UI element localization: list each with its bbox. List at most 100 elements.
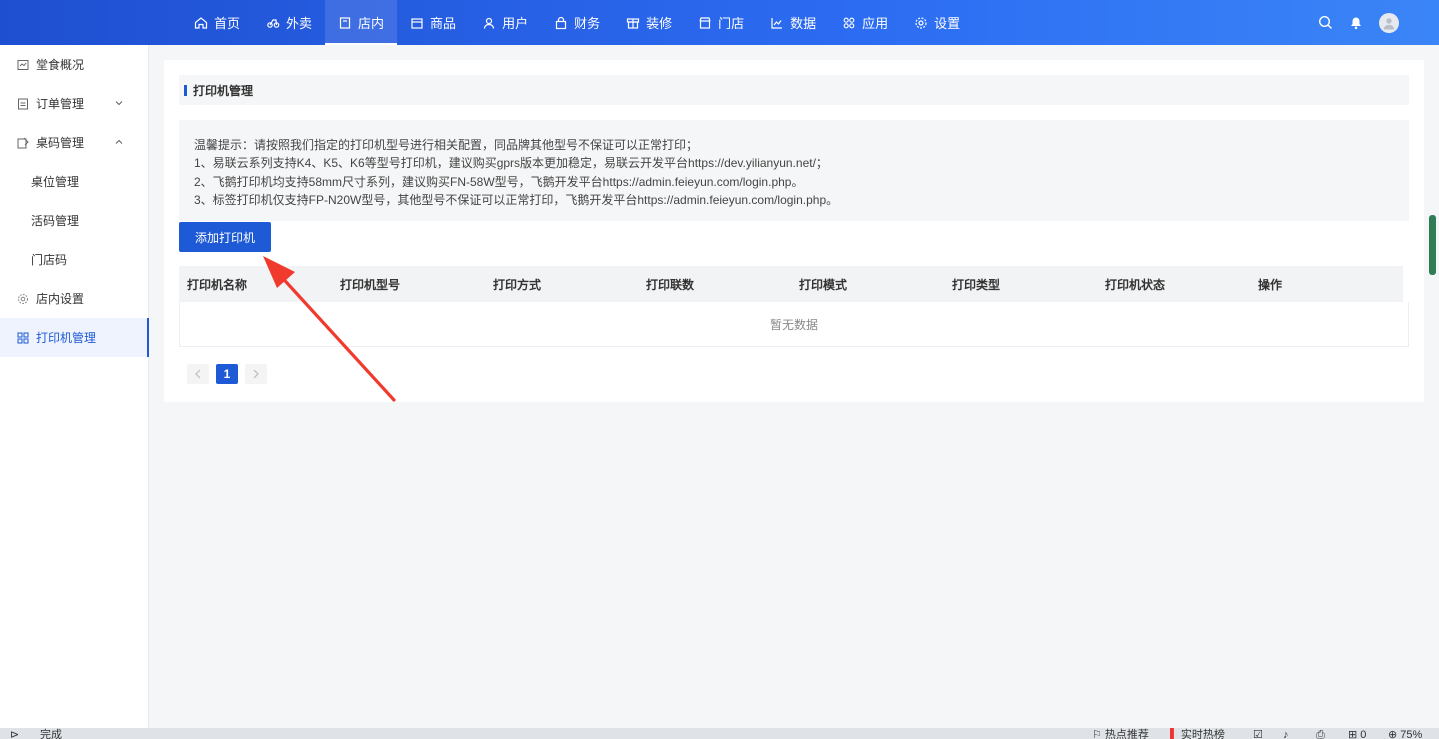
page-number[interactable]: 1 — [216, 364, 238, 384]
add-printer-button[interactable]: 添加打印机 — [179, 222, 271, 252]
finance-icon — [555, 16, 567, 29]
nav-goods-label: 商品 — [430, 16, 457, 31]
column-header: 打印类型 — [952, 277, 1001, 292]
grid-icon — [17, 332, 29, 343]
realtime-hot-label: 实时热榜 — [1180, 729, 1225, 739]
zoom-level[interactable]: ⊕ 75% — [1388, 728, 1422, 739]
takeout-icon — [267, 18, 280, 28]
top-right-tools — [1318, 0, 1399, 45]
sidebar-item-table-position[interactable]: 桌位管理 — [0, 162, 148, 201]
nav-finance[interactable]: 财务 — [541, 0, 613, 45]
sidebar-item-label: 堂食概况 — [36, 58, 85, 72]
sidebar-toggle-icon[interactable]: ⊳ — [10, 728, 19, 739]
sidebar-item-store-code[interactable]: 门店码 — [0, 240, 148, 279]
zoom-value: 75% — [1400, 729, 1423, 739]
chevron-left-icon — [195, 369, 201, 379]
notice-line: 2、飞鹅打印机均支持58mm尺寸系列，建议购买FN-58W型号，飞鹅开发平台ht… — [194, 174, 804, 189]
nav-goods[interactable]: 商品 — [397, 0, 469, 45]
nav-settings-label: 设置 — [934, 16, 961, 31]
panel-header: 打印机管理 — [179, 75, 1409, 105]
nav-decorate[interactable]: 装修 — [613, 0, 685, 45]
chart-icon — [771, 17, 783, 29]
scrollbar-thumb[interactable] — [1429, 215, 1436, 275]
sidebar-item-table-code[interactable]: 桌码管理 — [0, 123, 148, 162]
printer-table: 打印机名称 打印机型号 打印方式 打印联数 打印模式 打印类型 打印机状态 操作… — [179, 266, 1409, 347]
notice-line: 1、易联云系列支持K4、K5、K6等型号打印机，建议购买gprs版本更加稳定，易… — [194, 156, 828, 171]
nav-takeout[interactable]: 外卖 — [253, 0, 325, 45]
notice-line: 温馨提示：请按照我们指定的打印机型号进行相关配置，同品牌其他型号不保证可以正常打… — [194, 138, 699, 152]
notice-line: 3、标签打印机仅支持FP-N20W型号，其他型号不保证可以正常打印，飞鹅开发平台… — [194, 192, 839, 207]
printer-icon[interactable]: ⎙ — [1316, 728, 1325, 739]
nav-apps-label: 应用 — [862, 16, 889, 31]
apps-icon — [843, 17, 855, 28]
column-header: 打印机型号 — [340, 277, 401, 292]
decorate-icon — [626, 17, 640, 29]
avatar[interactable] — [1379, 12, 1399, 33]
sidebar-item-printer-manage[interactable]: 打印机管理 — [0, 318, 149, 357]
column-header: 操作 — [1258, 277, 1283, 292]
nav-user-label: 用户 — [502, 16, 529, 31]
search-icon[interactable] — [1318, 15, 1333, 30]
shop-icon — [699, 16, 711, 29]
sidebar-item-label: 订单管理 — [36, 97, 85, 111]
main-nav: 首页 外卖 店内 商品 用户 财务 装修 门店 数据 应用 设置 — [181, 0, 973, 45]
next-page-button[interactable] — [245, 364, 267, 384]
realtime-hot-link[interactable]: ▌ 实时热榜 — [1170, 728, 1225, 739]
column-header: 打印模式 — [799, 277, 848, 292]
sidebar-item-label: 桌位管理 — [31, 175, 80, 189]
user-icon — [483, 17, 495, 29]
gear-icon — [915, 16, 927, 29]
notice-box: 温馨提示：请按照我们指定的打印机型号进行相关配置，同品牌其他型号不保证可以正常打… — [179, 120, 1409, 221]
column-header: 打印机状态 — [1105, 277, 1166, 292]
browser-status-bar: ⊳ 完成 ⚐ 热点推荐 ▌ 实时热榜 ☑ ♪ ⎙ ⊞ 0 ⊕ 75% — [0, 728, 1439, 739]
volume-icon[interactable]: ♪ — [1283, 728, 1289, 739]
title-accent-bar — [184, 84, 187, 96]
sidebar-item-label: 打印机管理 — [36, 331, 97, 345]
sidebar-item-live-code[interactable]: 活码管理 — [0, 201, 148, 240]
column-header: 打印联数 — [646, 277, 695, 292]
hot-recommend-label: 热点推荐 — [1104, 729, 1149, 739]
home-icon — [194, 16, 208, 29]
sidebar-item-label: 店内设置 — [36, 292, 85, 306]
goods-icon — [411, 17, 423, 29]
nav-home-label: 首页 — [214, 16, 241, 31]
nav-store-in[interactable]: 店内 — [325, 0, 398, 45]
sidebar-item-store-settings[interactable]: 店内设置 — [0, 279, 148, 318]
chevron-right-icon — [253, 369, 259, 379]
gear-icon — [18, 293, 28, 304]
store-in-icon — [339, 16, 351, 29]
download-count[interactable]: ⊞ 0 — [1348, 728, 1366, 739]
sidebar-item-orders[interactable]: 订单管理 — [0, 84, 148, 123]
sidebar-item-label: 门店码 — [31, 253, 68, 267]
prev-page-button[interactable] — [187, 364, 209, 384]
dashboard-icon — [17, 59, 29, 70]
nav-home[interactable]: 首页 — [181, 0, 253, 45]
pagination: 1 — [187, 364, 267, 384]
nav-decorate-label: 装修 — [646, 16, 673, 31]
page-title: 打印机管理 — [193, 83, 254, 98]
order-icon — [18, 98, 28, 109]
sidebar-item-dine-overview[interactable]: 堂食概况 — [0, 45, 148, 84]
table-empty-row: 暂无数据 — [179, 302, 1409, 347]
table-header: 打印机名称 打印机型号 打印方式 打印联数 打印模式 打印类型 打印机状态 操作 — [179, 266, 1403, 302]
chevron-down-icon — [115, 101, 123, 106]
nav-apps[interactable]: 应用 — [829, 0, 901, 45]
download-count-value: 0 — [1360, 729, 1367, 739]
nav-data-label: 数据 — [790, 16, 817, 31]
sidebar-item-label: 桌码管理 — [36, 136, 85, 150]
printer-panel: 打印机管理 温馨提示：请按照我们指定的打印机型号进行相关配置，同品牌其他型号不保… — [164, 60, 1424, 402]
nav-shop[interactable]: 门店 — [685, 0, 757, 45]
bell-icon[interactable] — [1349, 15, 1363, 30]
nav-user[interactable]: 用户 — [469, 0, 541, 45]
nav-data[interactable]: 数据 — [757, 0, 829, 45]
hot-recommend-link[interactable]: ⚐ 热点推荐 — [1092, 728, 1149, 739]
status-text: 完成 — [40, 729, 62, 739]
sidebar-item-label: 活码管理 — [31, 214, 80, 228]
column-header: 打印机名称 — [187, 277, 248, 292]
chevron-up-icon — [115, 139, 123, 144]
nav-settings[interactable]: 设置 — [901, 0, 973, 45]
sidebar: 堂食概况 订单管理 桌码管理 桌位管理 活码管理 门店码 店内设置 打印机管理 — [0, 45, 149, 728]
check-icon[interactable]: ☑ — [1253, 728, 1263, 739]
avatar-person-icon — [1383, 17, 1395, 29]
nav-store-in-label: 店内 — [358, 16, 385, 31]
